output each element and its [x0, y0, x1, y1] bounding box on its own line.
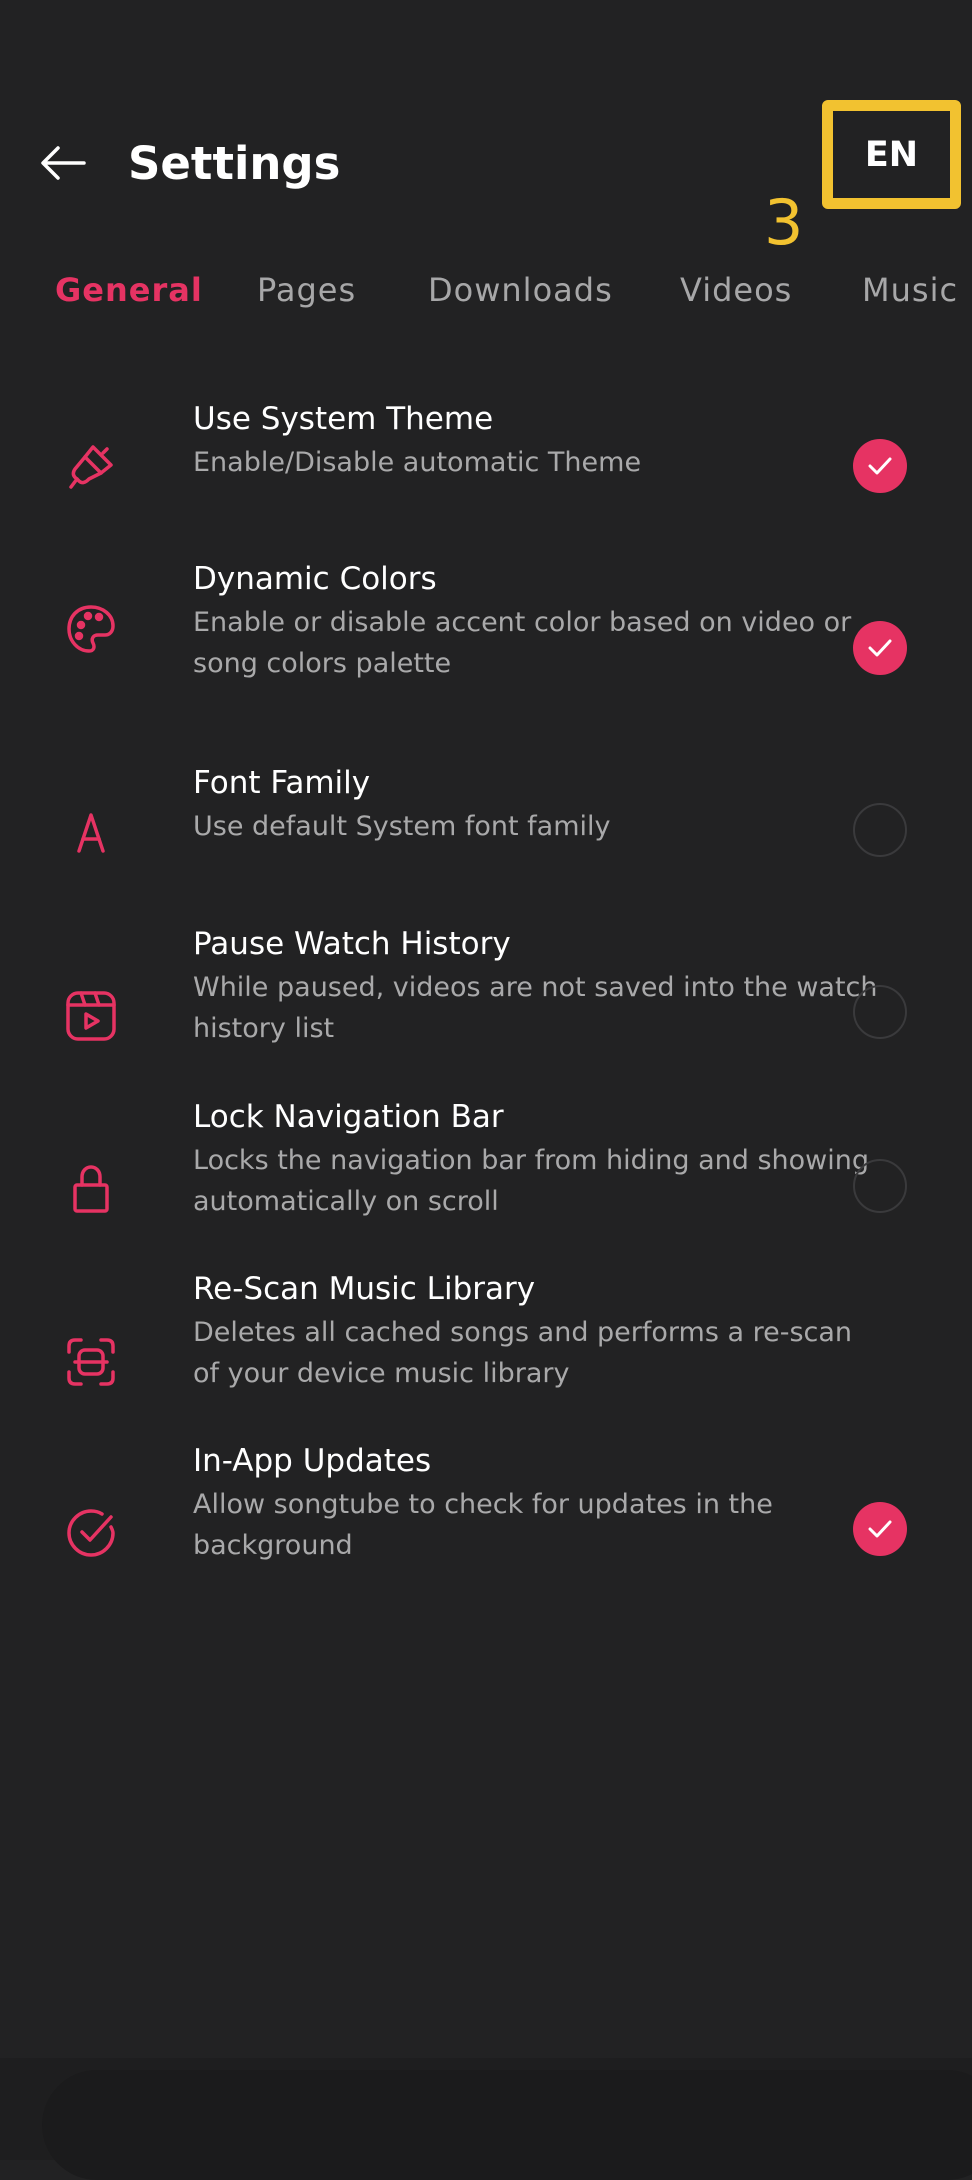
setting-lock-navigation-bar[interactable]: Lock Navigation Bar Locks the navigation… — [0, 1093, 972, 1223]
back-button[interactable] — [30, 130, 96, 196]
page-title: Settings — [128, 137, 341, 190]
tab-downloads[interactable]: Downloads — [428, 268, 613, 312]
app-bar: Settings EN 3 — [0, 0, 972, 258]
setting-pause-watch-history[interactable]: Pause Watch History While paused, videos… — [0, 920, 972, 1050]
setting-dynamic-colors[interactable]: Dynamic Colors Enable or disable accent … — [0, 555, 972, 685]
setting-title: Use System Theme — [193, 401, 494, 437]
setting-subtitle: Enable/Disable automatic Theme — [193, 447, 642, 478]
setting-subtitle: Deletes all cached songs and performs a … — [193, 1317, 853, 1389]
annotation-marker: 3 — [764, 186, 804, 259]
palette-icon — [60, 598, 122, 660]
arrow-left-icon — [41, 146, 86, 180]
setting-title: Lock Navigation Bar — [193, 1099, 504, 1135]
checkmark-icon — [868, 639, 892, 657]
checkmark-icon — [868, 457, 892, 475]
bottom-player-bar[interactable] — [42, 2070, 972, 2180]
in-app-updates-checkbox[interactable] — [853, 1502, 907, 1556]
setting-title: Re-Scan Music Library — [193, 1271, 536, 1307]
paint-brush-icon — [60, 436, 122, 498]
setting-subtitle: Enable or disable accent color based on … — [193, 607, 852, 679]
scan-icon — [60, 1331, 122, 1393]
setting-in-app-updates[interactable]: In-App Updates Allow songtube to check f… — [0, 1437, 972, 1567]
setting-rescan-music-library[interactable]: Re-Scan Music Library Deletes all cached… — [0, 1265, 972, 1395]
lock-icon — [60, 1158, 122, 1220]
setting-title: In-App Updates — [193, 1443, 432, 1479]
setting-subtitle: Use default System font family — [193, 811, 611, 842]
setting-use-system-theme[interactable]: Use System Theme Enable/Disable automati… — [0, 392, 972, 502]
setting-subtitle: Allow songtube to check for updates in t… — [193, 1489, 773, 1561]
video-play-icon — [60, 985, 122, 1047]
checkmark-icon — [868, 1520, 892, 1538]
dynamic-colors-checkbox[interactable] — [853, 621, 907, 675]
lock-navigation-bar-checkbox[interactable] — [853, 1159, 907, 1213]
tab-pages[interactable]: Pages — [257, 268, 356, 312]
tab-music[interactable]: Music P — [862, 268, 972, 312]
setting-subtitle: Locks the navigation bar from hiding and… — [193, 1145, 870, 1217]
setting-subtitle: While paused, videos are not saved into … — [193, 972, 878, 1044]
pause-watch-history-checkbox[interactable] — [853, 985, 907, 1039]
font-letter-icon — [60, 802, 122, 864]
setting-font-family[interactable]: Font Family Use default System font fami… — [0, 758, 972, 868]
setting-title: Dynamic Colors — [193, 561, 437, 597]
language-button[interactable]: EN — [822, 100, 961, 209]
setting-title: Font Family — [193, 765, 371, 801]
tab-bar: General Pages Downloads Videos Music P — [0, 262, 972, 342]
use-system-theme-checkbox[interactable] — [853, 439, 907, 493]
tab-videos[interactable]: Videos — [680, 268, 792, 312]
setting-title: Pause Watch History — [193, 926, 511, 962]
tab-general[interactable]: General — [55, 268, 203, 312]
font-family-checkbox[interactable] — [853, 803, 907, 857]
check-circle-icon — [60, 1502, 122, 1564]
